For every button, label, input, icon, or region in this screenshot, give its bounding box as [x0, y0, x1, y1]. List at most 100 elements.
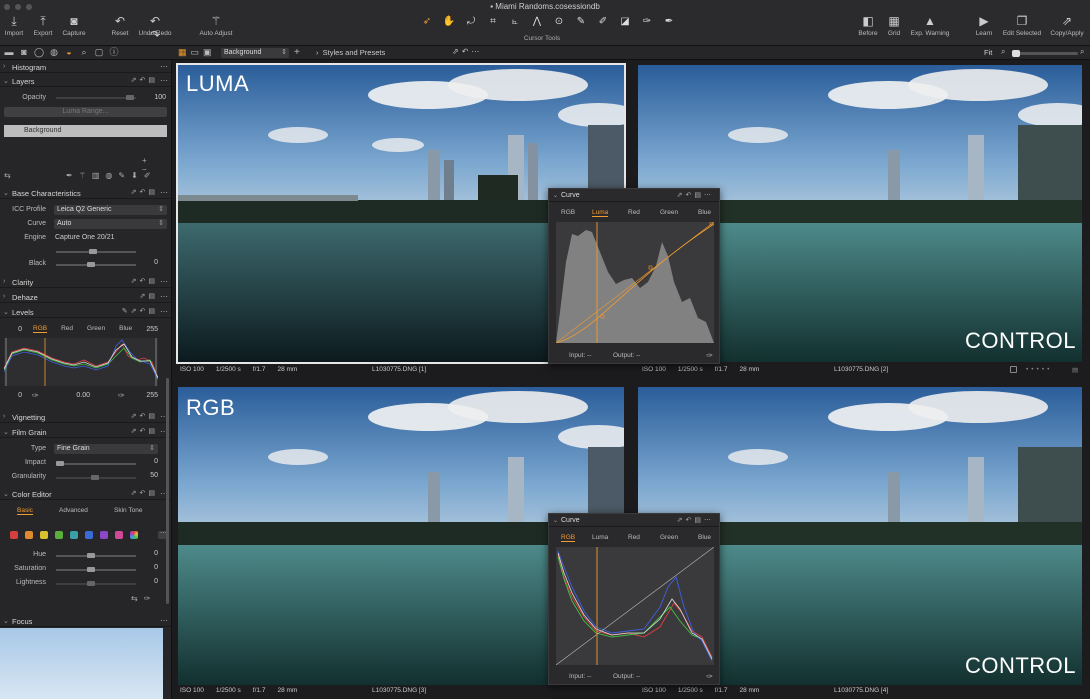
curve-actions-icons[interactable]: ⇗↶▤⋯ [677, 516, 714, 524]
black-value[interactable]: 0 [138, 259, 158, 268]
annotate-tool-icon[interactable]: ✒ [658, 15, 680, 29]
impact-slider[interactable] [56, 461, 136, 466]
levels-tab-red[interactable]: Red [61, 325, 73, 333]
levels-output-low[interactable]: 0 [2, 392, 22, 401]
curve-select[interactable]: Auto [54, 219, 167, 229]
impact-slider-knob[interactable] [56, 461, 64, 466]
layer-actions-icons[interactable]: ⇗↶▤ [131, 76, 158, 84]
copy-apply-button[interactable]: ⇗ Copy/Apply [1048, 14, 1086, 37]
black-slider-knob[interactable] [87, 262, 95, 267]
layer-list-toggle-icon[interactable]: ⇆ [4, 171, 17, 180]
color-swatch[interactable] [10, 531, 18, 539]
film-grain-section-header[interactable]: ⌄ Film Grain ⇗↶▤ ⋯ [0, 426, 171, 438]
styles-actions[interactable]: ⇗↶⋯ [452, 47, 482, 56]
more-icon[interactable]: ⋯ [160, 307, 168, 316]
levels-output-high[interactable]: 255 [138, 392, 158, 401]
learn-button[interactable]: ▶ Learn [972, 14, 996, 37]
rating-dots[interactable]: ••••• [1026, 366, 1052, 373]
lens-tab-icon[interactable]: ◯ [33, 47, 45, 58]
more-icon[interactable]: ⋯ [160, 76, 168, 85]
capture-tab-icon[interactable]: ◙ [18, 47, 30, 58]
color-swatch[interactable] [115, 531, 123, 539]
impact-value[interactable]: 0 [138, 458, 158, 467]
hue-slider[interactable] [56, 553, 136, 558]
granularity-slider-knob[interactable] [91, 475, 99, 480]
zoom-fit-label[interactable]: Fit [984, 48, 992, 57]
metadata-tab-icon[interactable]: ⓘ [108, 47, 120, 58]
color-swatch[interactable] [55, 531, 63, 539]
clarity-actions-icons[interactable]: ⇗↶▤ [131, 277, 158, 285]
lightness-slider[interactable] [56, 581, 136, 586]
granularity-slider[interactable] [56, 475, 136, 480]
panel-scrollbar[interactable] [166, 378, 169, 604]
curve-tool-window-luma[interactable]: ⌄ Curve ⇗↶▤⋯ RGB Luma Red Green Blue Inp… [548, 188, 720, 364]
saturation-slider[interactable] [56, 567, 136, 572]
curve-graph[interactable] [555, 546, 715, 666]
reset-button[interactable]: ↶ Reset [108, 14, 132, 37]
granularity-value[interactable]: 50 [138, 472, 158, 481]
library-tab-icon[interactable]: ▬ [3, 47, 15, 58]
curve-window-header[interactable]: ⌄ Curve ⇗↶▤⋯ [549, 189, 719, 202]
curve-graph[interactable] [555, 221, 715, 344]
curve-tab-rgb[interactable]: RGB [561, 209, 575, 216]
color-editor-tools-icons[interactable]: ⇆✑ [131, 594, 156, 603]
clarity-section-header[interactable]: › Clarity ⇗↶▤ ⋯ [0, 276, 171, 288]
more-icon[interactable]: ⋯ [160, 292, 168, 301]
icc-profile-select[interactable]: Leica Q2 Generic [54, 205, 167, 215]
more-icon[interactable]: ⋯ [160, 188, 168, 197]
filmstrip-view-icon[interactable]: ▣ [203, 47, 212, 58]
crop-tool-icon[interactable]: ⌗ [482, 15, 504, 29]
all-colors-swatch[interactable] [130, 531, 138, 539]
layer-select[interactable]: Background [221, 48, 289, 58]
erase-mask-tool-icon[interactable]: ✐ [592, 15, 614, 29]
curve-window-header[interactable]: ⌄ Curve ⇗↶▤⋯ [549, 514, 719, 527]
grain-type-select[interactable]: Fine Grain [54, 444, 158, 454]
auto-adjust-button[interactable]: ⚚ Auto Adjust [195, 14, 237, 37]
select-checkbox[interactable] [1010, 366, 1017, 373]
histogram-section-header[interactable]: › Histogram ⋯ [0, 61, 171, 73]
edit-selected-button[interactable]: ❐ Edit Selected [1000, 14, 1044, 37]
saturation-value[interactable]: 0 [138, 564, 158, 573]
curve-actions-icons[interactable]: ⇗↶▤⋯ [677, 191, 714, 199]
opacity-slider[interactable] [56, 95, 136, 100]
vignetting-actions-icons[interactable]: ⇗↶▤ [131, 412, 158, 420]
zoom-slider[interactable] [1012, 50, 1078, 57]
before-button[interactable]: ◧ Before [855, 14, 881, 37]
import-button[interactable]: ⤓ Import [2, 14, 26, 37]
color-editor-section-header[interactable]: ⌄ Color Editor ⇗↶▤ ⋯ [0, 488, 171, 500]
layers-section-header[interactable]: ⌄ Layers ⇗↶▤ ⋯ [0, 75, 171, 87]
color-picker-tool-icon[interactable]: ✑ [636, 15, 658, 29]
gradient-mask-tool-icon[interactable]: ◪ [614, 15, 636, 29]
focus-section-header[interactable]: ⌄ Focus ⋯ [0, 615, 171, 627]
curve-tab-red[interactable]: Red [628, 534, 640, 541]
luma-range-button[interactable]: Luma Range... [4, 107, 167, 117]
black-picker-icon[interactable]: ✑ [32, 391, 39, 400]
rotate-tool-icon[interactable]: ⤾ [460, 15, 482, 29]
curve-tab-green[interactable]: Green [660, 209, 678, 216]
levels-tab-rgb[interactable]: RGB [33, 325, 48, 333]
details-tab-icon[interactable]: ⌕ [78, 47, 90, 58]
saturation-slider-knob[interactable] [87, 567, 95, 572]
background-layer-row[interactable]: Background [4, 125, 167, 137]
exposure-warning-button[interactable]: ▲ Exp. Warning [908, 14, 952, 37]
color-swatch[interactable] [70, 531, 78, 539]
film-grain-actions-icons[interactable]: ⇗↶▤ [131, 427, 158, 435]
draw-mask-tool-icon[interactable]: ✎ [570, 15, 592, 29]
dehaze-actions-icons[interactable]: ⇗▤ [140, 292, 158, 300]
color-editor-actions-icons[interactable]: ⇗↶▤ [131, 489, 158, 497]
dehaze-section-header[interactable]: › Dehaze ⇗▤ ⋯ [0, 291, 171, 303]
levels-histogram[interactable] [3, 338, 159, 386]
capture-button[interactable]: ◙ Capture [60, 14, 88, 37]
curve-tab-rgb[interactable]: RGB [561, 534, 576, 542]
undo-redo-button[interactable]: ↶ ↷ Undo/Redo [136, 14, 174, 42]
pan-tool-icon[interactable]: ✋ [438, 15, 460, 29]
partial-slider[interactable] [56, 249, 136, 254]
curve-tab-luma[interactable]: Luma [592, 534, 608, 541]
curve-tool-window-rgb[interactable]: ⌄ Curve ⇗↶▤⋯ RGB Luma Red Green Blue Inp… [548, 513, 720, 685]
black-slider[interactable] [56, 262, 136, 267]
color-swatch[interactable] [40, 531, 48, 539]
curve-picker-icon[interactable]: ✑ [706, 351, 713, 360]
levels-tab-green[interactable]: Green [87, 325, 105, 333]
color-swatch[interactable] [25, 531, 33, 539]
more-icon[interactable]: ⋯ [160, 616, 168, 625]
